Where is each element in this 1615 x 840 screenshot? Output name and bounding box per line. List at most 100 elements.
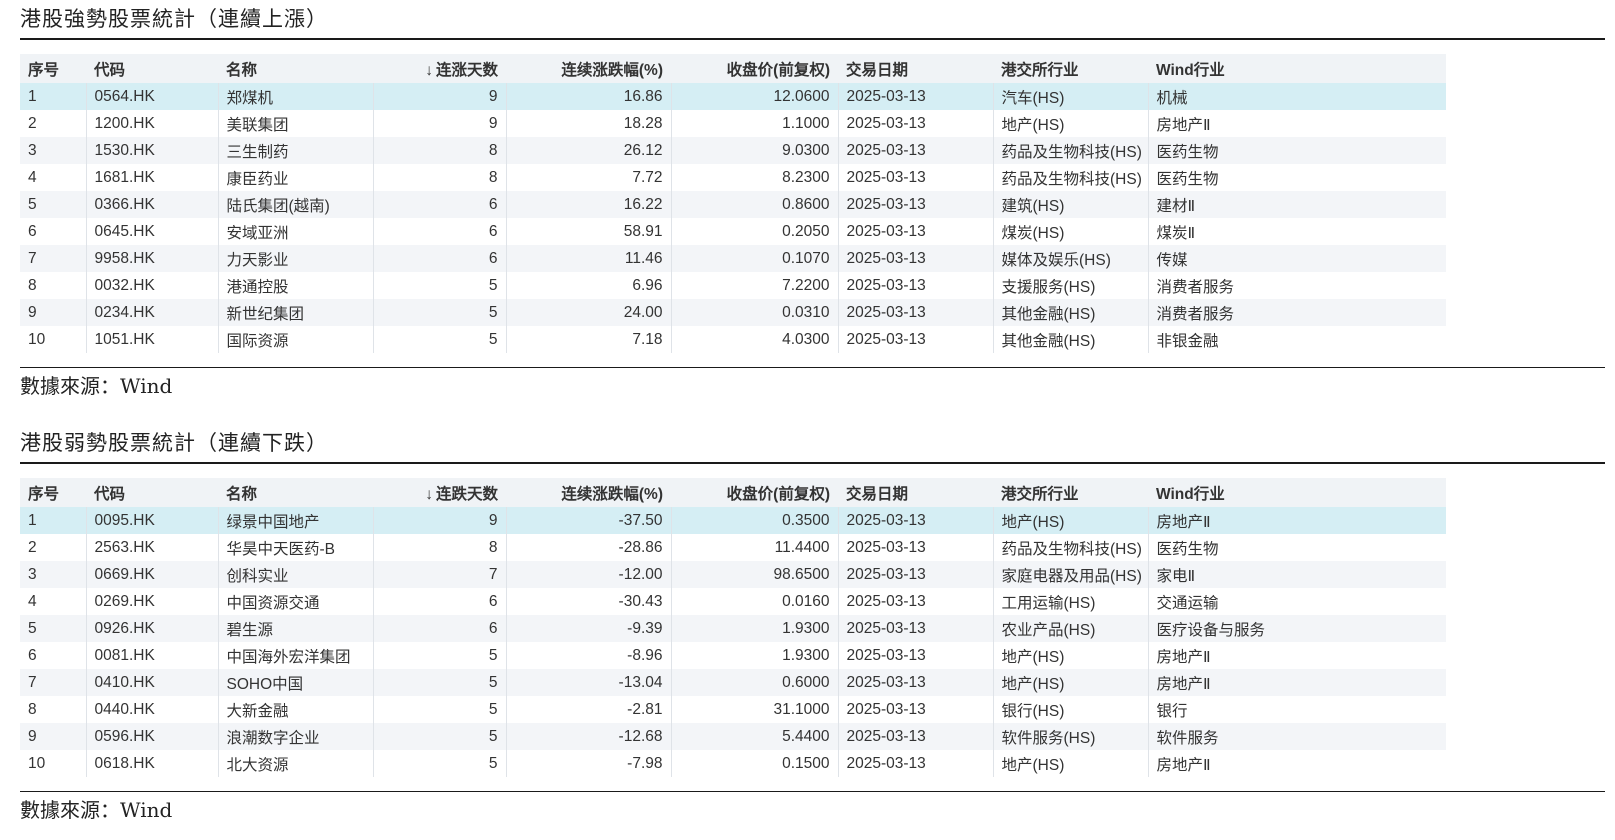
table-row[interactable]: 6 0081.HK 中国海外宏洋集团 5 -8.96 1.9300 2025-03-13 地产… [20,642,1605,669]
cell-close: 1.9300 [670,615,838,642]
cell-date: 2025-03-13 [837,164,993,191]
col-header-name[interactable]: 名称 [218,478,373,507]
cell-close: 0.2050 [670,218,838,245]
table-row[interactable]: 2 2563.HK 华昊中天医药-B 8 -28.86 11.4400 2025-03-13… [20,534,1605,561]
cell-code: 0032.HK [85,272,218,299]
col-header-wind[interactable]: Wind行业 [1148,478,1446,507]
cell-code: 1530.HK [85,137,218,164]
table-row[interactable]: 8 0440.HK 大新金融 5 -2.81 31.1000 2025-03-13 银行(HS… [20,696,1605,723]
cell-date: 2025-03-13 [837,326,993,353]
cell-date: 2025-03-13 [837,750,993,777]
cell-close: 0.1500 [670,750,838,777]
table-row[interactable]: 9 0234.HK 新世纪集团 5 24.00 0.0310 2025-03-13 其他金融(… [20,299,1605,326]
table-row[interactable]: 5 0926.HK 碧生源 6 -9.39 1.9300 2025-03-13 农业产品(HS… [20,615,1605,642]
cell-hkex: 药品及生物科技(HS) [992,137,1148,164]
cell-code: 9958.HK [85,245,218,272]
table-row[interactable]: 3 0669.HK 创科实业 7 -12.00 98.6500 2025-03-13 家庭电器… [20,561,1605,588]
cell-hkex: 药品及生物科技(HS) [992,534,1148,561]
cell-pct: -12.68 [505,723,671,750]
table-row[interactable]: 1 0095.HK 绿景中国地产 9 -37.50 0.3500 2025-03-13 地产(… [20,507,1605,534]
table-row[interactable]: 4 0269.HK 中国资源交通 6 -30.43 0.0160 2025-03-13 工用运… [20,588,1605,615]
cell-pct: 16.22 [505,191,671,218]
cell-date: 2025-03-13 [837,83,993,110]
cell-idx: 3 [28,565,37,583]
cell-date: 2025-03-13 [837,218,993,245]
cell-name: 绿景中国地产 [217,507,373,534]
cell-pct: 58.91 [505,218,671,245]
cell-wind: 房地产Ⅱ [1147,110,1446,137]
cell-name: 郑煤机 [217,83,373,110]
col-header-close[interactable]: 收盘价(前复权) [671,54,838,83]
cell-idx: 1 [28,87,37,105]
cell-days: 5 [372,299,506,326]
table-row[interactable]: 7 0410.HK SOHO中国 5 -13.04 0.6000 2025-03-13 地产(… [20,669,1605,696]
cell-code: 0095.HK [85,507,218,534]
table-row[interactable]: 10 1051.HK 国际资源 5 7.18 4.0300 2025-03-13 其他金融(H… [20,326,1605,353]
col-header-code[interactable]: 代码 [86,478,218,507]
col-header-pct[interactable]: 连续涨跌幅(%) [506,54,671,83]
cell-name: 大新金融 [217,696,373,723]
cell-name: 创科实业 [217,561,373,588]
table-row[interactable]: 2 1200.HK 美联集团 9 18.28 1.1000 2025-03-13 地产(HS)… [20,110,1605,137]
cell-idx: 10 [28,330,46,348]
cell-name: 碧生源 [217,615,373,642]
cell-hkex: 药品及生物科技(HS) [992,164,1148,191]
weak-table-body: 1 0095.HK 绿景中国地产 9 -37.50 0.3500 2025-03-13 地产(… [20,507,1605,777]
table-row[interactable]: 6 0645.HK 安域亚洲 6 58.91 0.2050 2025-03-13 煤炭(HS)… [20,218,1605,245]
table-row[interactable]: 10 0618.HK 北大资源 5 -7.98 0.1500 2025-03-13 地产(HS… [20,750,1605,777]
cell-pct: -37.50 [505,507,671,534]
col-header-hkex[interactable]: 港交所行业 [993,54,1148,83]
cell-date: 2025-03-13 [837,507,993,534]
sort-desc-icon: ↓ [425,61,433,79]
col-header-idx[interactable]: 序号 [20,478,86,507]
col-header-date[interactable]: 交易日期 [838,54,993,83]
col-header-wind[interactable]: Wind行业 [1148,54,1446,83]
col-header-days[interactable]: ↓ 连跌天数 [373,478,506,507]
cell-wind: 机械 [1147,83,1446,110]
cell-date: 2025-03-13 [837,669,993,696]
cell-name: 美联集团 [217,110,373,137]
cell-pct: -12.00 [505,561,671,588]
cell-wind: 交通运输 [1147,588,1446,615]
table-row[interactable]: 7 9958.HK 力天影业 6 11.46 0.1070 2025-03-13 媒体及娱乐(… [20,245,1605,272]
cell-wind: 房地产Ⅱ [1147,642,1446,669]
cell-hkex: 地产(HS) [992,507,1148,534]
table-row[interactable]: 5 0366.HK 陆氏集团(越南) 6 16.22 0.8600 2025-03-13 建筑… [20,191,1605,218]
cell-pct: -13.04 [505,669,671,696]
cell-name: 陆氏集团(越南) [217,191,373,218]
table-row[interactable]: 4 1681.HK 康臣药业 8 7.72 8.2300 2025-03-13 药品及生物科技… [20,164,1605,191]
col-header-idx[interactable]: 序号 [20,54,86,83]
cell-code: 0234.HK [85,299,218,326]
strong-section: 港股強勢股票統計（連續上漲） 序号 代码 名称 ↓ 连涨天数 连续涨跌幅(%) 收… [20,4,1605,402]
cell-date: 2025-03-13 [837,696,993,723]
col-header-code[interactable]: 代码 [86,54,218,83]
col-header-date[interactable]: 交易日期 [838,478,993,507]
cell-wind: 医药生物 [1147,164,1446,191]
cell-wind: 房地产Ⅱ [1147,750,1446,777]
cell-hkex: 地产(HS) [992,669,1148,696]
cell-hkex: 其他金融(HS) [992,326,1148,353]
col-header-close[interactable]: 收盘价(前复权) [671,478,838,507]
cell-code: 0440.HK [85,696,218,723]
table-row[interactable]: 8 0032.HK 港通控股 5 6.96 7.2200 2025-03-13 支援服务(HS… [20,272,1605,299]
cell-wind: 软件服务 [1147,723,1446,750]
strong-table-body: 1 0564.HK 郑煤机 9 16.86 12.0600 2025-03-13 汽车(HS)… [20,83,1605,353]
weak-section: 港股弱勢股票統計（連續下跌） 序号 代码 名称 ↓ 连跌天数 连续涨跌幅(%) 收… [20,428,1605,826]
col-header-name[interactable]: 名称 [218,54,373,83]
cell-hkex: 家庭电器及用品(HS) [992,561,1148,588]
cell-days: 6 [372,191,506,218]
col-header-days-label: 连跌天数 [435,485,498,503]
strong-header-row: 序号 代码 名称 ↓ 连涨天数 连续涨跌幅(%) 收盘价(前复权) 交易日期 港交… [20,54,1605,83]
cell-pct: -2.81 [505,696,671,723]
cell-pct: -30.43 [505,588,671,615]
table-row[interactable]: 1 0564.HK 郑煤机 9 16.86 12.0600 2025-03-13 汽车(HS)… [20,83,1605,110]
cell-idx: 9 [28,727,37,745]
table-row[interactable]: 3 1530.HK 三生制药 8 26.12 9.0300 2025-03-13 药品及生物科… [20,137,1605,164]
table-row[interactable]: 9 0596.HK 浪潮数字企业 5 -12.68 5.4400 2025-03-13 软件服… [20,723,1605,750]
cell-pct: -28.86 [505,534,671,561]
cell-pct: -7.98 [505,750,671,777]
col-header-pct[interactable]: 连续涨跌幅(%) [506,478,671,507]
cell-days: 6 [372,218,506,245]
col-header-hkex[interactable]: 港交所行业 [993,478,1148,507]
col-header-days[interactable]: ↓ 连涨天数 [373,54,506,83]
